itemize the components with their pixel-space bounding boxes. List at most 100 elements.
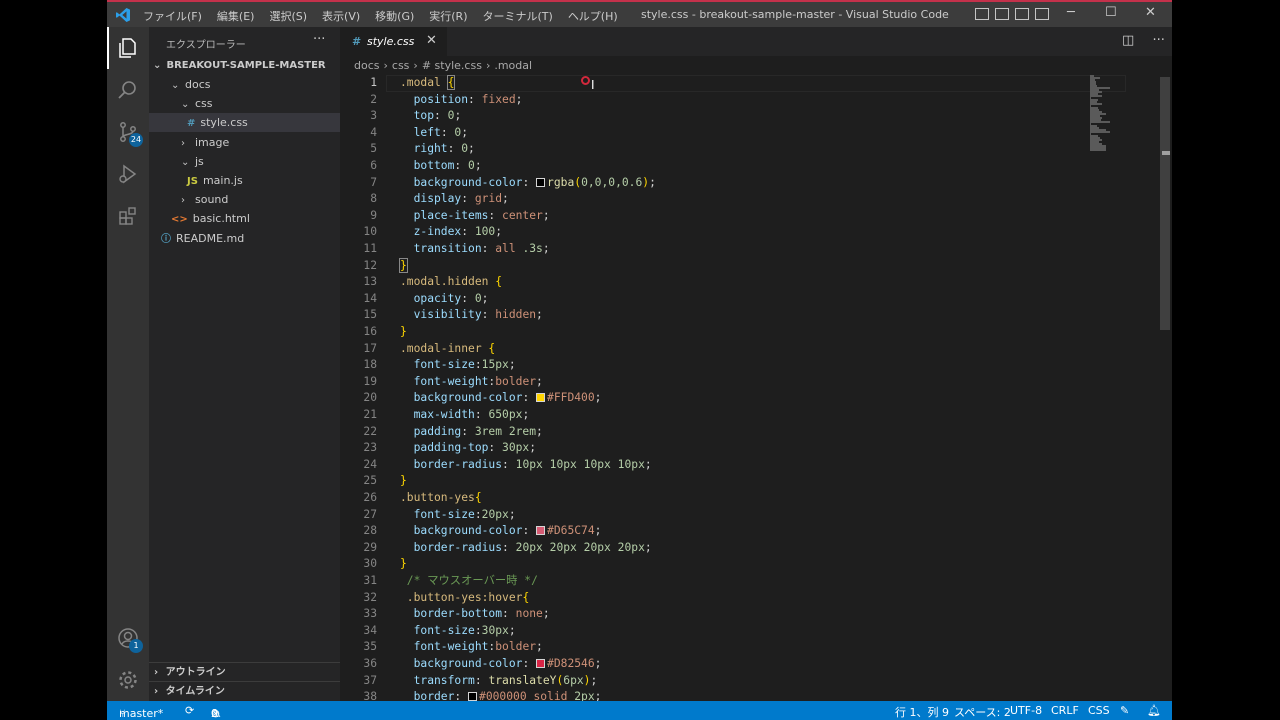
code-token: visibility (400, 308, 482, 322)
menu-item[interactable]: 選択(S) (269, 8, 307, 24)
tab-bar: # style.css ✕ ◫ ··· (340, 27, 1172, 56)
tree-item[interactable]: › sound (149, 190, 340, 209)
code-token: { (488, 341, 496, 355)
tree-item[interactable]: ⌄ css (149, 94, 340, 113)
color-swatch[interactable] (536, 177, 546, 187)
breadcrumb-item[interactable]: css (392, 59, 410, 72)
maximize-button[interactable]: ☐ (1105, 5, 1117, 20)
tree-item[interactable]: ⌄ docs (149, 75, 340, 94)
line-number: 37 (363, 673, 377, 687)
line-content: font-size:30px; (400, 623, 516, 640)
feedback-icon[interactable]: ✎ (1120, 704, 1129, 717)
accounts-button[interactable]: 1 (107, 617, 149, 659)
code-token: transition (400, 242, 482, 255)
notifications-bell-icon[interactable]: 🔔︎ (1147, 704, 1161, 717)
line-content: border: #000000 solid 2px; (400, 689, 601, 701)
manage-button[interactable] (107, 659, 149, 701)
sync-icon[interactable]: ⟳ (185, 704, 194, 717)
code-token: : (468, 92, 482, 106)
tab-style-css[interactable]: # style.css ✕ (340, 27, 447, 56)
code-token: : (522, 391, 537, 405)
menu-item[interactable]: 編集(E) (217, 8, 255, 24)
line-number: 28 (363, 524, 377, 538)
indentation-status[interactable]: スペース: 2 (954, 704, 1011, 720)
code-token: ; (542, 607, 550, 621)
file-type-icon: ⓘ (161, 233, 171, 245)
code-token: .modal.hidden (400, 275, 496, 289)
explorer-more-button[interactable]: ··· (313, 32, 325, 47)
minimap[interactable] (1088, 75, 1158, 175)
line-content: border-radius: 10px 10px 10px 10px; (400, 457, 652, 474)
color-swatch[interactable] (536, 526, 546, 536)
breadcrumb-item[interactable]: .modal (494, 59, 532, 72)
code-token: } (400, 474, 407, 488)
code-token: ; (644, 457, 652, 471)
line-number: 22 (363, 424, 377, 438)
tree-item[interactable]: # style.css (149, 113, 340, 133)
editor-actions: ◫ ··· (1122, 33, 1165, 48)
title-bar: ファイル(F) 編集(E) 選択(S) 表示(V) 移動(G) 実行(R) ターミナル(T)… (107, 0, 1172, 27)
encoding-status[interactable]: UTF-8 (1010, 704, 1042, 717)
menu-item[interactable]: ヘルプ(H) (568, 8, 618, 24)
color-swatch[interactable] (536, 659, 546, 668)
customize-layout-icon[interactable] (1035, 8, 1049, 20)
toggle-panel-icon[interactable] (995, 8, 1009, 20)
tree-item[interactable]: ⓘ README.md (149, 229, 340, 248)
more-actions-button[interactable]: ··· (1152, 33, 1164, 48)
language-mode[interactable]: CSS (1088, 704, 1110, 717)
tree-item[interactable]: JS main.js (149, 171, 340, 190)
tree-item[interactable]: › image (149, 133, 340, 152)
line-number: 24 (363, 457, 377, 471)
code-token: : (461, 291, 475, 305)
vertical-scrollbar[interactable] (1160, 77, 1170, 330)
code-token: right (400, 142, 448, 156)
outline-section[interactable]: › アウトライン (149, 662, 340, 681)
workspace-root[interactable]: ⌄ BREAKOUT-SAMPLE-MASTER (149, 56, 340, 75)
minimize-button[interactable]: ─ (1067, 5, 1075, 20)
color-swatch[interactable] (536, 393, 546, 403)
code-token: ; (649, 175, 656, 189)
breadcrumb-item[interactable]: docs (354, 59, 380, 72)
code-token: fixed (481, 92, 516, 106)
line-content: max-width: 650px; (400, 407, 530, 424)
color-swatch[interactable] (468, 692, 478, 701)
line-number: 2 (370, 92, 377, 106)
run-debug-button[interactable] (107, 153, 149, 195)
code-editor[interactable]: 1 .modal {2 position: fixed; 3 top: 0; 4 le… (340, 75, 1172, 701)
code-token: : (474, 507, 482, 521)
menu-item[interactable]: ターミナル(T) (483, 8, 553, 24)
line-content: visibility: hidden; (400, 307, 543, 324)
cursor-position[interactable]: 行 1、列 9 (895, 704, 949, 720)
tree-item[interactable]: <> basic.html (149, 209, 340, 228)
menu-item[interactable]: 表示(V) (322, 8, 360, 24)
menu-item[interactable]: 移動(G) (375, 8, 414, 24)
code-token: transform (400, 673, 475, 687)
line-content: top: 0; (400, 108, 462, 125)
line-number: 34 (363, 623, 377, 637)
extensions-button[interactable] (107, 195, 149, 237)
tree-item[interactable]: ⌄ js (149, 152, 340, 171)
source-control-button[interactable]: 24 (107, 111, 149, 153)
code-line: 7 background-color: rgba(0,0,0,0.6); (340, 175, 1172, 192)
code-token: : (461, 424, 475, 438)
toggle-sidebar-icon[interactable] (975, 8, 989, 20)
menu-item[interactable]: 実行(R) (429, 8, 467, 24)
close-window-button[interactable]: ✕ (1145, 5, 1156, 20)
chevron-down-icon: ⌄ (181, 99, 190, 111)
search-button[interactable] (107, 69, 149, 111)
minimap-line (1090, 131, 1111, 133)
split-editor-icon[interactable]: ◫ (1122, 33, 1134, 48)
line-number: 29 (363, 540, 377, 554)
chevron-down-icon: ⌄ (181, 156, 190, 168)
tab-close-icon[interactable]: ✕ (426, 33, 437, 48)
explorer-button[interactable] (107, 27, 149, 69)
toggle-secondary-sidebar-icon[interactable] (1015, 8, 1029, 20)
code-token: 10px 10px 10px 10px (515, 457, 645, 471)
code-token: .button-yes (400, 491, 475, 504)
breadcrumb-item[interactable]: # style.css (422, 59, 482, 72)
eol-status[interactable]: CRLF (1051, 704, 1079, 717)
code-token: border-radius (400, 540, 503, 554)
minimap-line (1090, 149, 1106, 151)
menu-item[interactable]: ファイル(F) (143, 8, 202, 24)
timeline-section[interactable]: › タイムライン (149, 681, 340, 700)
